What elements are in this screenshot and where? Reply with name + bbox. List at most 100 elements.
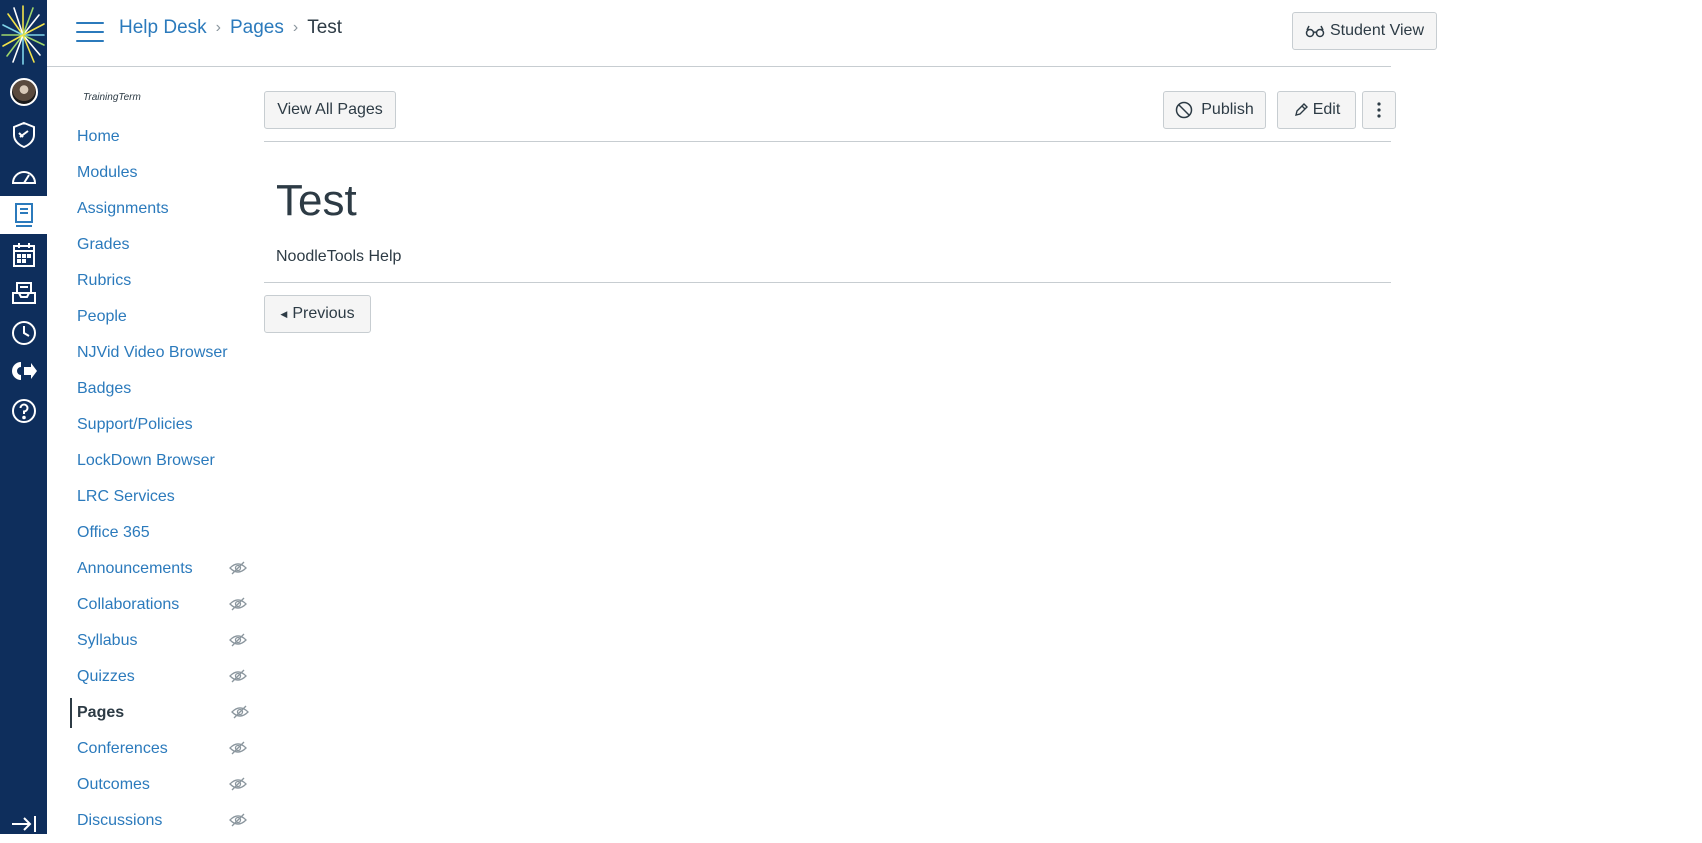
course-nav-label: People bbox=[77, 308, 127, 325]
course-nav-item-njvid-video-browser[interactable]: NJVid Video Browser bbox=[70, 338, 240, 368]
hidden-from-students-icon bbox=[229, 741, 247, 755]
help-icon bbox=[11, 399, 36, 423]
hamburger-bar bbox=[76, 22, 104, 24]
course-nav-label: Syllabus bbox=[77, 632, 138, 649]
dashboard-icon bbox=[11, 171, 36, 184]
course-nav-label: Modules bbox=[77, 164, 138, 181]
courses-nav-item[interactable] bbox=[0, 196, 47, 234]
breadcrumb-help-desk[interactable]: Help Desk bbox=[119, 17, 207, 39]
course-nav-item-announcements[interactable]: Announcements bbox=[70, 554, 247, 584]
course-nav-item-office-365[interactable]: Office 365 bbox=[70, 518, 240, 548]
kebab-icon bbox=[1377, 102, 1381, 118]
institution-logo[interactable] bbox=[0, 0, 47, 70]
course-nav-label: Rubrics bbox=[77, 272, 132, 289]
course-nav-label: Quizzes bbox=[77, 668, 135, 685]
course-nav-item-pages[interactable]: Pages bbox=[70, 698, 249, 728]
course-nav-item-outcomes[interactable]: Outcomes bbox=[70, 770, 247, 800]
edit-label: Edit bbox=[1312, 101, 1341, 118]
global-nav bbox=[0, 0, 47, 834]
course-nav-label: Badges bbox=[77, 380, 132, 397]
course-nav-item-quizzes[interactable]: Quizzes bbox=[70, 662, 247, 692]
course-nav-label: Home bbox=[77, 128, 120, 145]
breadcrumb-separator-icon: › bbox=[215, 19, 221, 36]
course-nav-item-lockdown-browser[interactable]: LockDown Browser bbox=[70, 446, 240, 476]
hidden-from-students-icon bbox=[229, 597, 247, 611]
page-title: Test bbox=[276, 176, 357, 225]
hidden-from-students-icon bbox=[229, 633, 247, 647]
course-nav-label: Assignments bbox=[77, 200, 169, 217]
course-nav-item-grades[interactable]: Grades bbox=[70, 230, 240, 260]
hidden-from-students-icon bbox=[229, 669, 247, 683]
course-nav-item-home[interactable]: Home bbox=[70, 122, 240, 152]
course-nav-item-assignments[interactable]: Assignments bbox=[70, 194, 240, 224]
collapse-icon bbox=[11, 816, 36, 832]
content-divider bbox=[264, 282, 1391, 283]
course-nav-label: LRC Services bbox=[77, 488, 175, 505]
help-nav-item[interactable] bbox=[0, 392, 47, 430]
publish-button[interactable]: Publish bbox=[1163, 91, 1266, 129]
shield-icon bbox=[12, 121, 35, 149]
hidden-from-students-icon bbox=[229, 561, 247, 575]
course-nav-item-conferences[interactable]: Conferences bbox=[70, 734, 247, 764]
publish-label: Publish bbox=[1201, 101, 1254, 118]
course-nav-item-syllabus[interactable]: Syllabus bbox=[70, 626, 247, 656]
course-nav-label: Conferences bbox=[77, 740, 168, 757]
course-term: TrainingTerm bbox=[83, 92, 141, 103]
course-nav-item-modules[interactable]: Modules bbox=[70, 158, 240, 188]
course-nav-item-discussions[interactable]: Discussions bbox=[70, 806, 247, 836]
unpublished-icon bbox=[1176, 101, 1193, 119]
course-nav-label: LockDown Browser bbox=[77, 452, 215, 469]
breadcrumb-current: Test bbox=[307, 17, 343, 38]
hidden-from-students-icon bbox=[229, 813, 247, 827]
previous-label: Previous bbox=[292, 305, 355, 322]
courses-icon bbox=[14, 203, 33, 227]
edit-button[interactable]: Edit bbox=[1277, 91, 1356, 129]
clock-icon bbox=[11, 321, 36, 345]
hidden-from-students-icon bbox=[231, 705, 249, 719]
admin-nav-item[interactable] bbox=[0, 116, 47, 154]
breadcrumb: Help Desk › Pages › Test bbox=[119, 17, 342, 39]
inbox-icon bbox=[11, 282, 36, 304]
calendar-nav-item[interactable] bbox=[0, 236, 47, 274]
course-nav-label: Support/Policies bbox=[77, 416, 193, 433]
breadcrumb-separator-icon: › bbox=[292, 19, 299, 36]
course-menu-toggle[interactable] bbox=[76, 22, 104, 42]
hidden-from-students-icon bbox=[229, 777, 247, 791]
inbox-nav-item[interactable] bbox=[0, 274, 47, 312]
course-nav-label: Office 365 bbox=[77, 524, 150, 541]
course-nav-label: Pages bbox=[77, 704, 125, 721]
page-body: NoodleTools Help bbox=[276, 248, 402, 265]
view-all-pages-button[interactable]: View All Pages bbox=[264, 91, 396, 129]
previous-button[interactable]: ◀ Previous bbox=[264, 295, 371, 333]
breadcrumb-pages[interactable]: Pages bbox=[230, 17, 284, 39]
history-nav-item[interactable] bbox=[0, 314, 47, 352]
course-nav-label: NJVid Video Browser bbox=[77, 344, 228, 361]
course-nav-item-collaborations[interactable]: Collaborations bbox=[70, 590, 247, 620]
course-nav-item-badges[interactable]: Badges bbox=[70, 374, 240, 404]
calendar-icon bbox=[12, 243, 35, 267]
commons-nav-item[interactable] bbox=[0, 352, 47, 390]
course-nav-item-people[interactable]: People bbox=[70, 302, 240, 332]
commons-icon bbox=[11, 362, 37, 380]
dashboard-nav-item[interactable] bbox=[0, 157, 47, 195]
more-options-button[interactable] bbox=[1362, 91, 1396, 129]
previous-arrow-icon: ◀ bbox=[280, 308, 288, 319]
student-view-button[interactable]: Student View bbox=[1292, 12, 1437, 50]
page-header: Help Desk › Pages › Test Student View bbox=[47, 0, 1437, 67]
toolbar-divider bbox=[264, 141, 1391, 142]
course-nav-label: Announcements bbox=[77, 560, 193, 577]
hamburger-bar bbox=[76, 31, 104, 33]
course-nav-item-lrc-services[interactable]: LRC Services bbox=[70, 482, 240, 512]
course-nav-label: Outcomes bbox=[77, 776, 150, 793]
course-nav-item-rubrics[interactable]: Rubrics bbox=[70, 266, 240, 296]
glasses-icon bbox=[1305, 25, 1325, 38]
hamburger-bar bbox=[76, 40, 104, 42]
course-nav-label: Discussions bbox=[77, 812, 163, 829]
account-avatar[interactable] bbox=[0, 73, 47, 111]
collapse-nav-item[interactable] bbox=[0, 805, 47, 843]
course-nav-item-support-policies[interactable]: Support/Policies bbox=[70, 410, 240, 440]
course-nav-label: Grades bbox=[77, 236, 130, 253]
student-view-label: Student View bbox=[1330, 22, 1424, 39]
avatar bbox=[9, 78, 38, 106]
pencil-icon bbox=[1294, 103, 1308, 116]
